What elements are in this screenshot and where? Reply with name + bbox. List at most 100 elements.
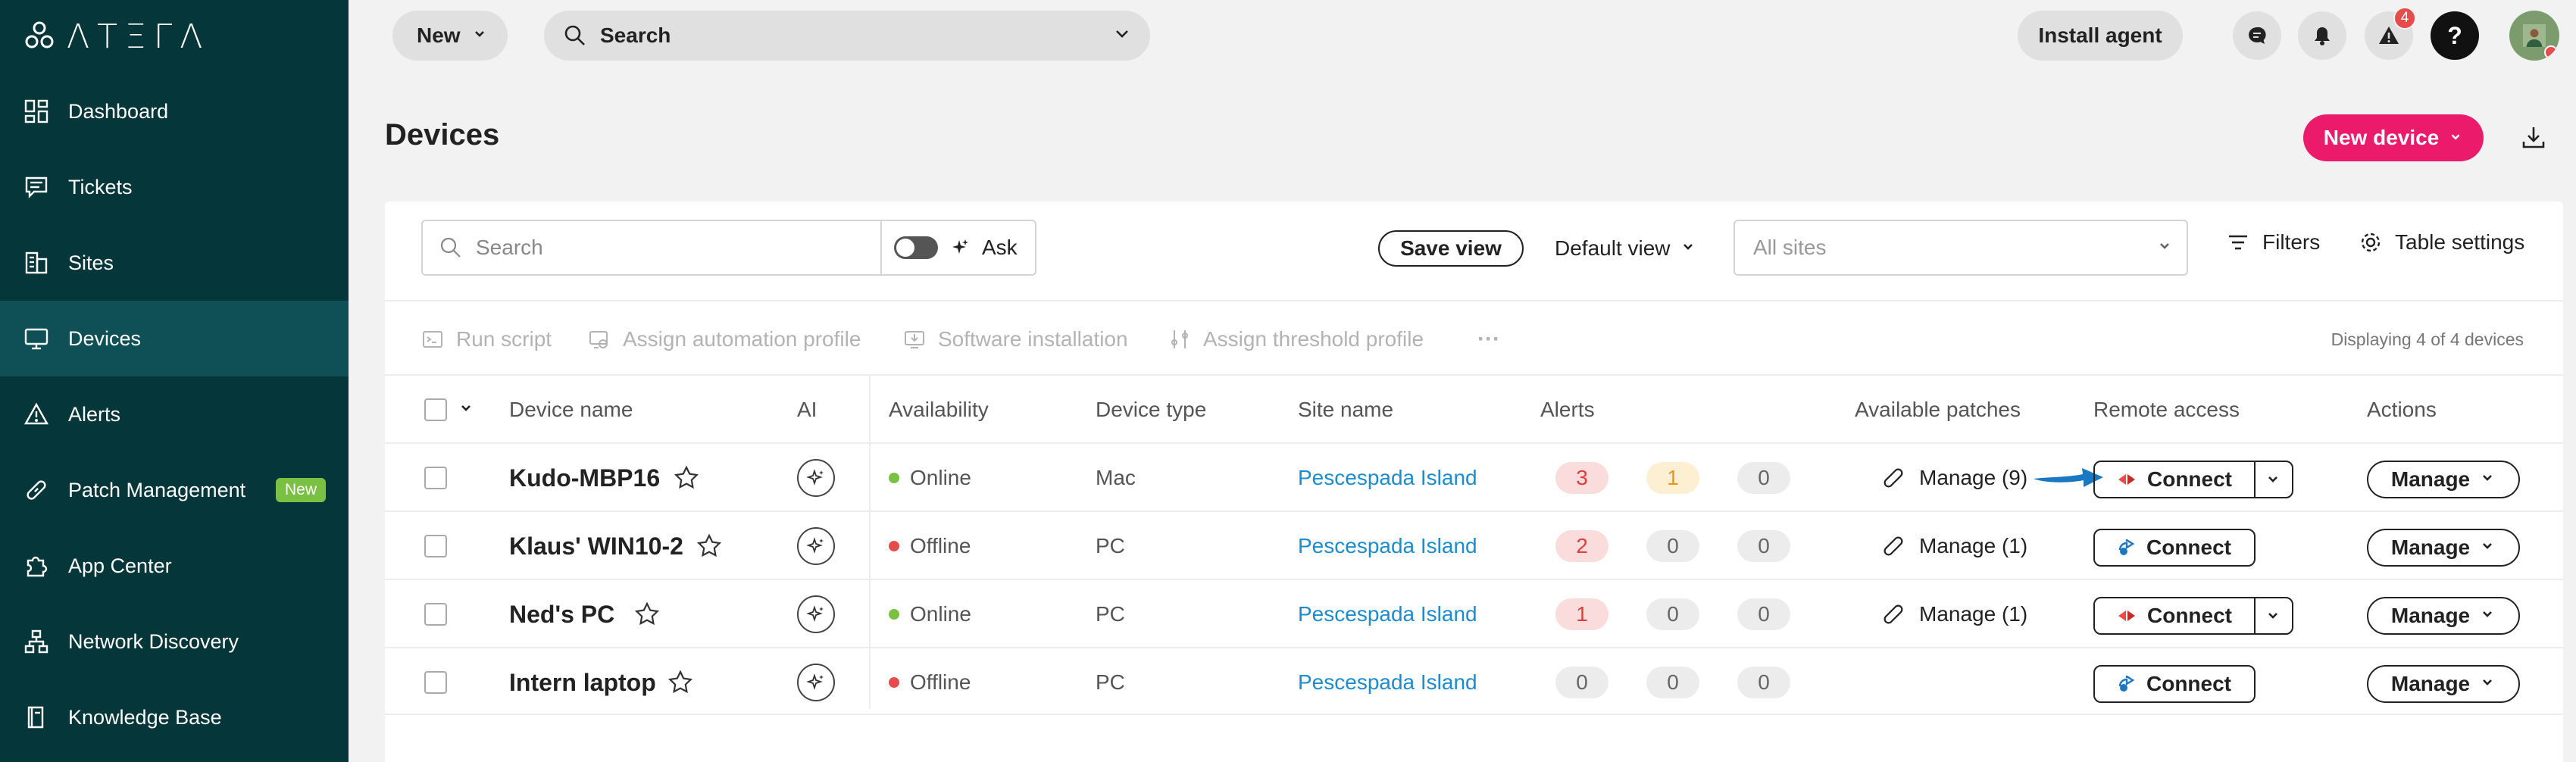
manage-patches-link[interactable]: Manage (1) <box>1881 580 2027 648</box>
warning-alerts-badge[interactable]: 0 <box>1646 667 1699 698</box>
favorite-star-icon[interactable] <box>673 444 700 512</box>
favorite-star-icon[interactable] <box>633 580 661 648</box>
info-alerts-badge[interactable]: 0 <box>1737 530 1790 562</box>
connect-main[interactable]: Connect <box>2095 667 2254 701</box>
table-row[interactable]: Kudo-MBP16 Online Mac Pescespada Island … <box>385 442 2563 511</box>
avatar[interactable] <box>2509 11 2559 61</box>
manage-button[interactable]: Manage <box>2367 461 2520 498</box>
header-patches[interactable]: Available patches <box>1855 376 2021 444</box>
sites-placeholder: All sites <box>1753 236 1827 259</box>
sites-select[interactable]: All sites <box>1733 220 2188 276</box>
ai-sparkle-icon[interactable] <box>797 527 835 565</box>
manage-button[interactable]: Manage <box>2367 597 2520 635</box>
header-actions[interactable]: Actions <box>2367 376 2437 444</box>
alerts-button[interactable]: 4 <box>2365 7 2416 60</box>
connect-button[interactable]: Connect <box>2093 665 2256 703</box>
manage-button[interactable]: Manage <box>2367 665 2520 703</box>
table-settings-button[interactable]: Table settings <box>2359 230 2524 255</box>
critical-alerts-badge[interactable]: 3 <box>1555 462 1608 494</box>
ai-sparkle-icon[interactable] <box>797 459 835 497</box>
header-availability[interactable]: Availability <box>889 376 989 444</box>
device-name[interactable]: Ned's PC <box>509 580 614 648</box>
ai-sparkle-icon[interactable] <box>797 664 835 701</box>
table-row[interactable]: Intern laptop Offline PC Pescespada Isla… <box>385 647 2563 715</box>
sidebar-item-network-discovery[interactable]: Network Discovery <box>0 604 349 679</box>
header-remote-access[interactable]: Remote access <box>2093 376 2240 444</box>
header-alerts[interactable]: Alerts <box>1540 376 1595 444</box>
connect-main[interactable]: Connect <box>2095 530 2254 565</box>
select-all[interactable] <box>424 376 474 444</box>
row-checkbox[interactable] <box>424 671 447 694</box>
run-script-button[interactable]: Run script <box>421 301 552 377</box>
header-site-name[interactable]: Site name <box>1298 376 1393 444</box>
connect-main[interactable]: Connect <box>2095 598 2254 633</box>
manage-button[interactable]: Manage <box>2367 529 2520 567</box>
help-button[interactable]: ? <box>2431 11 2479 60</box>
assign-automation-button[interactable]: Assign automation profile <box>588 301 861 377</box>
critical-alerts-badge[interactable]: 1 <box>1555 598 1608 630</box>
favorite-star-icon[interactable] <box>696 512 723 580</box>
select-all-checkbox[interactable] <box>424 398 447 421</box>
export-button[interactable] <box>2520 123 2547 155</box>
manage-patches-link[interactable]: Manage (1) <box>1881 512 2027 580</box>
manage-patches-link[interactable]: Manage (9) <box>1881 444 2027 512</box>
device-name[interactable]: Kudo-MBP16 <box>509 444 660 512</box>
header-device-type[interactable]: Device type <box>1096 376 1206 444</box>
table-row[interactable]: Ned's PC Online PC Pescespada Island 1 0… <box>385 579 2563 647</box>
more-actions-button[interactable]: ··· <box>1477 301 1500 377</box>
save-view-button[interactable]: Save view <box>1378 230 1524 267</box>
warning-alerts-badge[interactable]: 0 <box>1646 530 1699 562</box>
search-input[interactable]: Search <box>421 220 882 276</box>
notifications-button[interactable] <box>2298 11 2346 60</box>
install-agent-button[interactable]: Install agent <box>2018 11 2183 61</box>
warning-alerts-badge[interactable]: 0 <box>1646 598 1699 630</box>
sidebar-item-alerts[interactable]: Alerts <box>0 376 349 452</box>
warning-alerts-badge[interactable]: 1 <box>1646 462 1699 494</box>
connect-main[interactable]: Connect <box>2095 462 2254 497</box>
sidebar-item-knowledge-base[interactable]: Knowledge Base <box>0 679 349 755</box>
site-link[interactable]: Pescespada Island <box>1298 648 1477 717</box>
ask-ai-toggle[interactable]: Ask <box>880 220 1036 276</box>
software-installation-button[interactable]: Software installation <box>903 301 1128 377</box>
sidebar-item-sites[interactable]: Sites <box>0 225 349 301</box>
site-link[interactable]: Pescespada Island <box>1298 444 1477 512</box>
info-alerts-badge[interactable]: 0 <box>1737 598 1790 630</box>
ask-toggle-switch[interactable] <box>894 236 938 259</box>
info-alerts-badge[interactable]: 0 <box>1737 462 1790 494</box>
critical-alerts-badge[interactable]: 0 <box>1555 667 1608 698</box>
chevron-down-icon[interactable] <box>458 398 474 422</box>
connect-button[interactable]: Connect <box>2093 597 2293 635</box>
critical-alerts-badge[interactable]: 2 <box>1555 530 1608 562</box>
new-device-button[interactable]: New device <box>2303 114 2484 161</box>
connect-options-dropdown[interactable] <box>2254 462 2290 497</box>
connect-options-dropdown[interactable] <box>2254 598 2290 633</box>
row-checkbox[interactable] <box>424 535 447 557</box>
sidebar-item-dashboard[interactable]: Dashboard <box>0 73 349 149</box>
sidebar-item-patch-management[interactable]: Patch Management New <box>0 452 349 528</box>
sidebar-item-devices[interactable]: Devices <box>0 301 349 376</box>
row-checkbox[interactable] <box>424 467 447 489</box>
sidebar-item-tickets[interactable]: Tickets <box>0 149 349 225</box>
atera-logo[interactable]: ΛΤΞΓΛ <box>23 17 210 56</box>
favorite-star-icon[interactable] <box>667 648 694 717</box>
device-name[interactable]: Klaus' WIN10-2 <box>509 512 683 580</box>
assign-threshold-button[interactable]: Assign threshold profile <box>1168 301 1424 377</box>
filters-button[interactable]: Filters <box>2226 230 2320 255</box>
connect-button[interactable]: Connect <box>2093 529 2256 567</box>
header-ai[interactable]: AI <box>797 376 817 444</box>
global-search[interactable]: Search <box>544 11 1150 61</box>
connect-button[interactable]: Connect <box>2093 461 2293 498</box>
info-alerts-badge[interactable]: 0 <box>1737 667 1790 698</box>
sidebar-item-label: Tickets <box>68 175 133 198</box>
site-link[interactable]: Pescespada Island <box>1298 512 1477 580</box>
new-menu-button[interactable]: New <box>392 11 508 61</box>
table-row[interactable]: Klaus' WIN10-2 Offline PC Pescespada Isl… <box>385 511 2563 579</box>
default-view-dropdown[interactable]: Default view <box>1555 230 1696 267</box>
header-device-name[interactable]: Device name <box>509 376 633 444</box>
sidebar-item-app-center[interactable]: App Center <box>0 528 349 604</box>
device-name[interactable]: Intern laptop <box>509 648 656 717</box>
chat-button[interactable] <box>2233 11 2281 60</box>
ai-sparkle-icon[interactable] <box>797 595 835 633</box>
site-link[interactable]: Pescespada Island <box>1298 580 1477 648</box>
row-checkbox[interactable] <box>424 603 447 626</box>
